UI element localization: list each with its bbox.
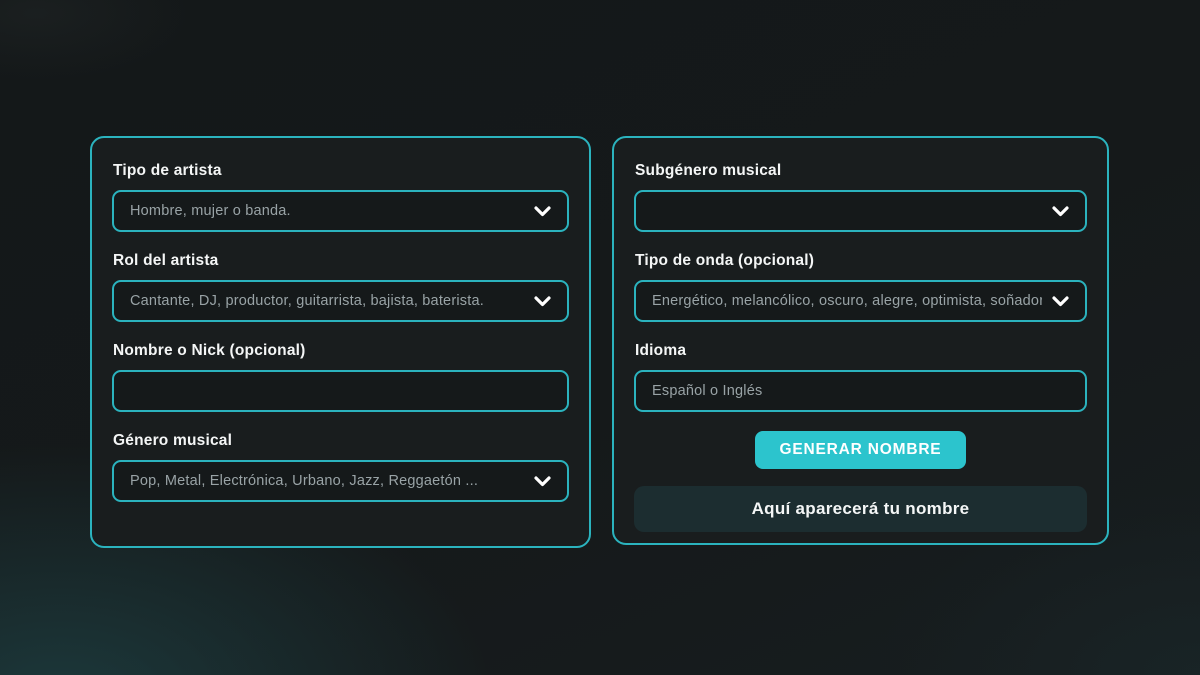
tipo-de-artista-label: Tipo de artista (113, 162, 569, 180)
rol-del-artista-placeholder: Cantante, DJ, productor, guitarrista, ba… (130, 293, 484, 309)
generate-name-button[interactable]: GENERAR NOMBRE (755, 431, 967, 469)
tipo-de-artista-select[interactable]: Hombre, mujer o banda. (112, 190, 569, 232)
field-genero-musical: Género musical Pop, Metal, Electrónica, … (112, 432, 569, 502)
chevron-down-icon (534, 296, 551, 307)
chevron-down-icon (1052, 296, 1069, 307)
field-tipo-de-onda: Tipo de onda (opcional) Energético, mela… (634, 252, 1087, 322)
genero-musical-select[interactable]: Pop, Metal, Electrónica, Urbano, Jazz, R… (112, 460, 569, 502)
genero-musical-placeholder: Pop, Metal, Electrónica, Urbano, Jazz, R… (130, 473, 478, 489)
subgenero-musical-label: Subgénero musical (635, 162, 1087, 180)
idioma-input[interactable] (634, 370, 1087, 412)
chevron-down-icon (534, 206, 551, 217)
nombre-o-nick-label: Nombre o Nick (opcional) (113, 342, 569, 360)
field-idioma: Idioma (634, 342, 1087, 412)
rol-del-artista-select[interactable]: Cantante, DJ, productor, guitarrista, ba… (112, 280, 569, 322)
field-rol-del-artista: Rol del artista Cantante, DJ, productor,… (112, 252, 569, 322)
idioma-label: Idioma (635, 342, 1087, 360)
generated-name-result-box: Aquí aparecerá tu nombre (634, 486, 1087, 532)
field-subgenero-musical: Subgénero musical (634, 162, 1087, 232)
chevron-down-icon (534, 476, 551, 487)
tipo-de-artista-placeholder: Hombre, mujer o banda. (130, 203, 291, 219)
tipo-de-onda-label: Tipo de onda (opcional) (635, 252, 1087, 270)
genero-musical-label: Género musical (113, 432, 569, 450)
field-tipo-de-artista: Tipo de artista Hombre, mujer o banda. (112, 162, 569, 232)
rol-del-artista-label: Rol del artista (113, 252, 569, 270)
tipo-de-onda-placeholder: Energético, melancólico, oscuro, alegre,… (652, 293, 1042, 309)
generated-name-result-text: Aquí aparecerá tu nombre (752, 499, 970, 519)
generation-options-panel: Subgénero musical Tipo de onda (opcional… (612, 136, 1109, 545)
subgenero-musical-select[interactable] (634, 190, 1087, 232)
tipo-de-onda-select[interactable]: Energético, melancólico, oscuro, alegre,… (634, 280, 1087, 322)
nombre-o-nick-input[interactable] (112, 370, 569, 412)
field-nombre-o-nick: Nombre o Nick (opcional) (112, 342, 569, 412)
artist-details-panel: Tipo de artista Hombre, mujer o banda. R… (90, 136, 591, 548)
chevron-down-icon (1052, 206, 1069, 217)
